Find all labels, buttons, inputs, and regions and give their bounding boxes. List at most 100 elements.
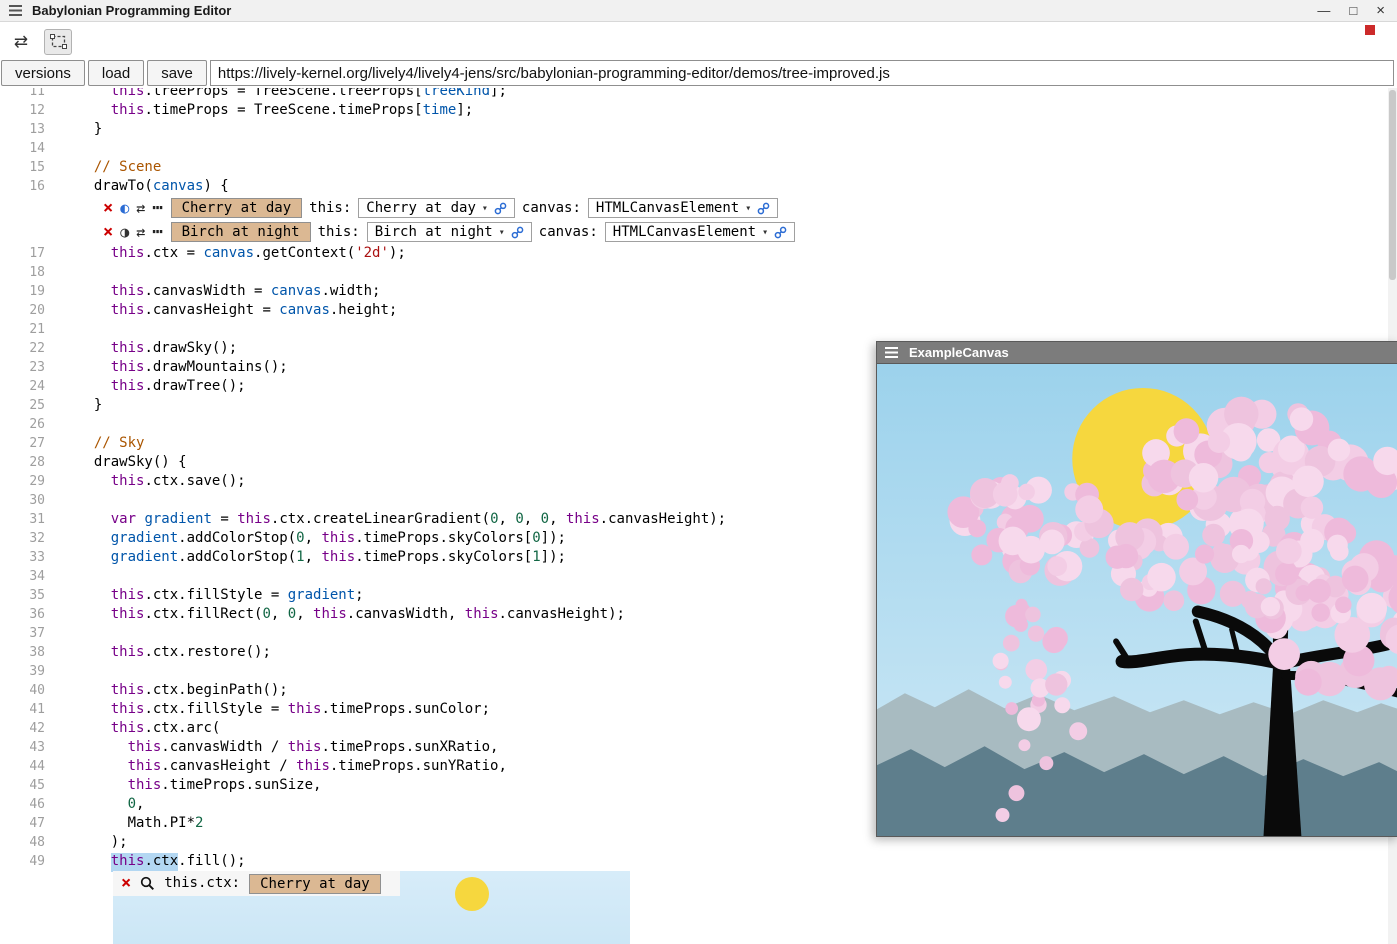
code-line[interactable]: this.drawMountains(); bbox=[55, 358, 288, 377]
link-icon[interactable] bbox=[494, 202, 507, 215]
close-button[interactable]: × bbox=[1376, 3, 1385, 18]
blossom bbox=[993, 482, 1018, 507]
example-canvas-label: canvas: bbox=[539, 224, 598, 240]
example-this-value: Cherry at day bbox=[366, 200, 476, 216]
code-row: 11 this.treeProps = TreeScene.treeProps[… bbox=[0, 88, 1397, 101]
minimize-button[interactable]: — bbox=[1317, 4, 1330, 17]
blossom bbox=[1047, 556, 1067, 576]
example-canvas-titlebar[interactable]: ExampleCanvas bbox=[877, 342, 1397, 364]
code-line[interactable]: drawSky() { bbox=[55, 453, 187, 472]
code-line[interactable]: gradient.addColorStop(0, this.timeProps.… bbox=[55, 529, 566, 548]
example-this-dropdown[interactable]: Cherry at day▾ bbox=[358, 198, 515, 218]
chevron-down-icon: ▾ bbox=[745, 203, 751, 214]
example-delete-button[interactable]: × bbox=[103, 200, 113, 217]
code-line[interactable]: this.timeProps = TreeScene.timeProps[tim… bbox=[55, 101, 473, 120]
example-swap-button[interactable]: ⇄ bbox=[136, 225, 145, 240]
line-number: 20 bbox=[0, 301, 55, 320]
code-line[interactable]: var gradient = this.ctx.createLinearGrad… bbox=[55, 510, 726, 529]
code-line[interactable] bbox=[55, 624, 77, 643]
blossom bbox=[1174, 418, 1200, 444]
versions-button[interactable]: versions bbox=[1, 60, 85, 86]
magnifier-icon[interactable] bbox=[140, 876, 155, 891]
code-line[interactable]: this.ctx.fillStyle = gradient; bbox=[55, 586, 364, 605]
probe-example-badge[interactable]: Cherry at day bbox=[249, 874, 381, 894]
blossom bbox=[968, 520, 986, 538]
example-menu-button[interactable]: ⋯ bbox=[152, 224, 163, 241]
recording-indicator bbox=[1365, 25, 1375, 35]
code-line[interactable]: this.ctx.arc( bbox=[55, 719, 220, 738]
code-line[interactable]: this.ctx.fill(); bbox=[55, 852, 246, 871]
code-line[interactable] bbox=[55, 415, 77, 434]
code-line[interactable]: } bbox=[55, 120, 102, 139]
example-delete-button[interactable]: × bbox=[103, 224, 113, 241]
example-activation-toggle[interactable]: ◐ bbox=[120, 201, 129, 216]
window-title: Babylonian Programming Editor bbox=[32, 3, 231, 18]
code-line[interactable]: this.ctx.save(); bbox=[55, 472, 246, 491]
code-line[interactable]: this.canvasWidth / this.timeProps.sunXRa… bbox=[55, 738, 498, 757]
file-url-input[interactable] bbox=[210, 60, 1394, 86]
code-line[interactable]: this.ctx.fillStyle = this.timeProps.sunC… bbox=[55, 700, 490, 719]
code-line[interactable]: this.timeProps.sunSize, bbox=[55, 776, 321, 795]
scrollbar-thumb[interactable] bbox=[1389, 90, 1396, 280]
line-number: 13 bbox=[0, 120, 55, 139]
code-line[interactable]: this.ctx.beginPath(); bbox=[55, 681, 288, 700]
code-line[interactable] bbox=[55, 263, 77, 282]
line-number: 31 bbox=[0, 510, 55, 529]
code-line[interactable]: this.drawTree(); bbox=[55, 377, 246, 396]
code-line[interactable] bbox=[55, 567, 77, 586]
code-line[interactable]: drawTo(canvas) { bbox=[55, 177, 229, 196]
blossom bbox=[1163, 534, 1189, 560]
code-line[interactable]: } bbox=[55, 396, 102, 415]
link-icon[interactable] bbox=[757, 202, 770, 215]
code-line[interactable] bbox=[55, 662, 77, 681]
maximize-button[interactable]: □ bbox=[1349, 4, 1357, 17]
code-line[interactable] bbox=[55, 491, 77, 510]
blossom bbox=[993, 653, 1009, 669]
line-number: 40 bbox=[0, 681, 55, 700]
line-number: 25 bbox=[0, 396, 55, 415]
link-icon[interactable] bbox=[511, 226, 524, 239]
code-line[interactable]: this.ctx.fillRect(0, 0, this.canvasWidth… bbox=[55, 605, 625, 624]
example-menu-button[interactable]: ⋯ bbox=[152, 200, 163, 217]
code-line[interactable]: this.drawSky(); bbox=[55, 339, 237, 358]
probe-canvas-preview: ×this.ctx:Cherry at day bbox=[113, 871, 630, 944]
example-name-badge[interactable]: Birch at night bbox=[171, 222, 311, 242]
code-line[interactable]: gradient.addColorStop(1, this.timeProps.… bbox=[55, 548, 566, 567]
example-swap-button[interactable]: ⇄ bbox=[136, 201, 145, 216]
code-line[interactable] bbox=[55, 320, 77, 339]
code-line[interactable] bbox=[55, 139, 77, 158]
link-icon[interactable] bbox=[774, 226, 787, 239]
line-number: 27 bbox=[0, 434, 55, 453]
code-line[interactable]: this.canvasHeight / this.timeProps.sunYR… bbox=[55, 757, 507, 776]
blossom bbox=[1120, 578, 1144, 602]
code-line[interactable]: this.canvasWidth = canvas.width; bbox=[55, 282, 380, 301]
window-menu-icon[interactable] bbox=[9, 5, 22, 16]
code-line[interactable]: 0, bbox=[55, 795, 144, 814]
probe-delete-button[interactable]: × bbox=[121, 875, 131, 892]
example-this-dropdown[interactable]: Birch at night▾ bbox=[367, 222, 532, 242]
example-canvas-dropdown[interactable]: HTMLCanvasElement▾ bbox=[605, 222, 795, 242]
line-number: 46 bbox=[0, 795, 55, 814]
code-line[interactable]: // Sky bbox=[55, 434, 144, 453]
code-line[interactable]: this.treeProps = TreeScene.treeProps[tre… bbox=[55, 88, 507, 101]
save-button[interactable]: save bbox=[147, 60, 207, 86]
code-line[interactable]: // Scene bbox=[55, 158, 161, 177]
code-line[interactable]: ); bbox=[55, 833, 128, 852]
code-line[interactable]: this.canvasHeight = canvas.height; bbox=[55, 301, 397, 320]
select-extent-button[interactable] bbox=[44, 29, 72, 55]
code-line[interactable]: this.ctx = canvas.getContext('2d'); bbox=[55, 244, 406, 263]
example-row: ×◐⇄⋯Cherry at daythis:Cherry at day▾canv… bbox=[0, 196, 1397, 220]
example-activation-toggle[interactable]: ◑ bbox=[120, 225, 129, 240]
example-canvas-window[interactable]: ExampleCanvas bbox=[876, 341, 1397, 837]
example-canvas-dropdown[interactable]: HTMLCanvasElement▾ bbox=[588, 198, 778, 218]
blossom bbox=[1016, 505, 1044, 533]
code-row: 20 this.canvasHeight = canvas.height; bbox=[0, 301, 1397, 320]
load-button[interactable]: load bbox=[88, 60, 144, 86]
code-line[interactable]: Math.PI*2 bbox=[55, 814, 203, 833]
line-number: 19 bbox=[0, 282, 55, 301]
example-name-badge[interactable]: Cherry at day bbox=[171, 198, 303, 218]
blossom bbox=[1075, 495, 1103, 523]
code-line[interactable]: this.ctx.restore(); bbox=[55, 643, 271, 662]
swap-arrows-button[interactable]: ⇄ bbox=[7, 29, 35, 55]
example-canvas-menu-icon[interactable] bbox=[885, 347, 898, 358]
